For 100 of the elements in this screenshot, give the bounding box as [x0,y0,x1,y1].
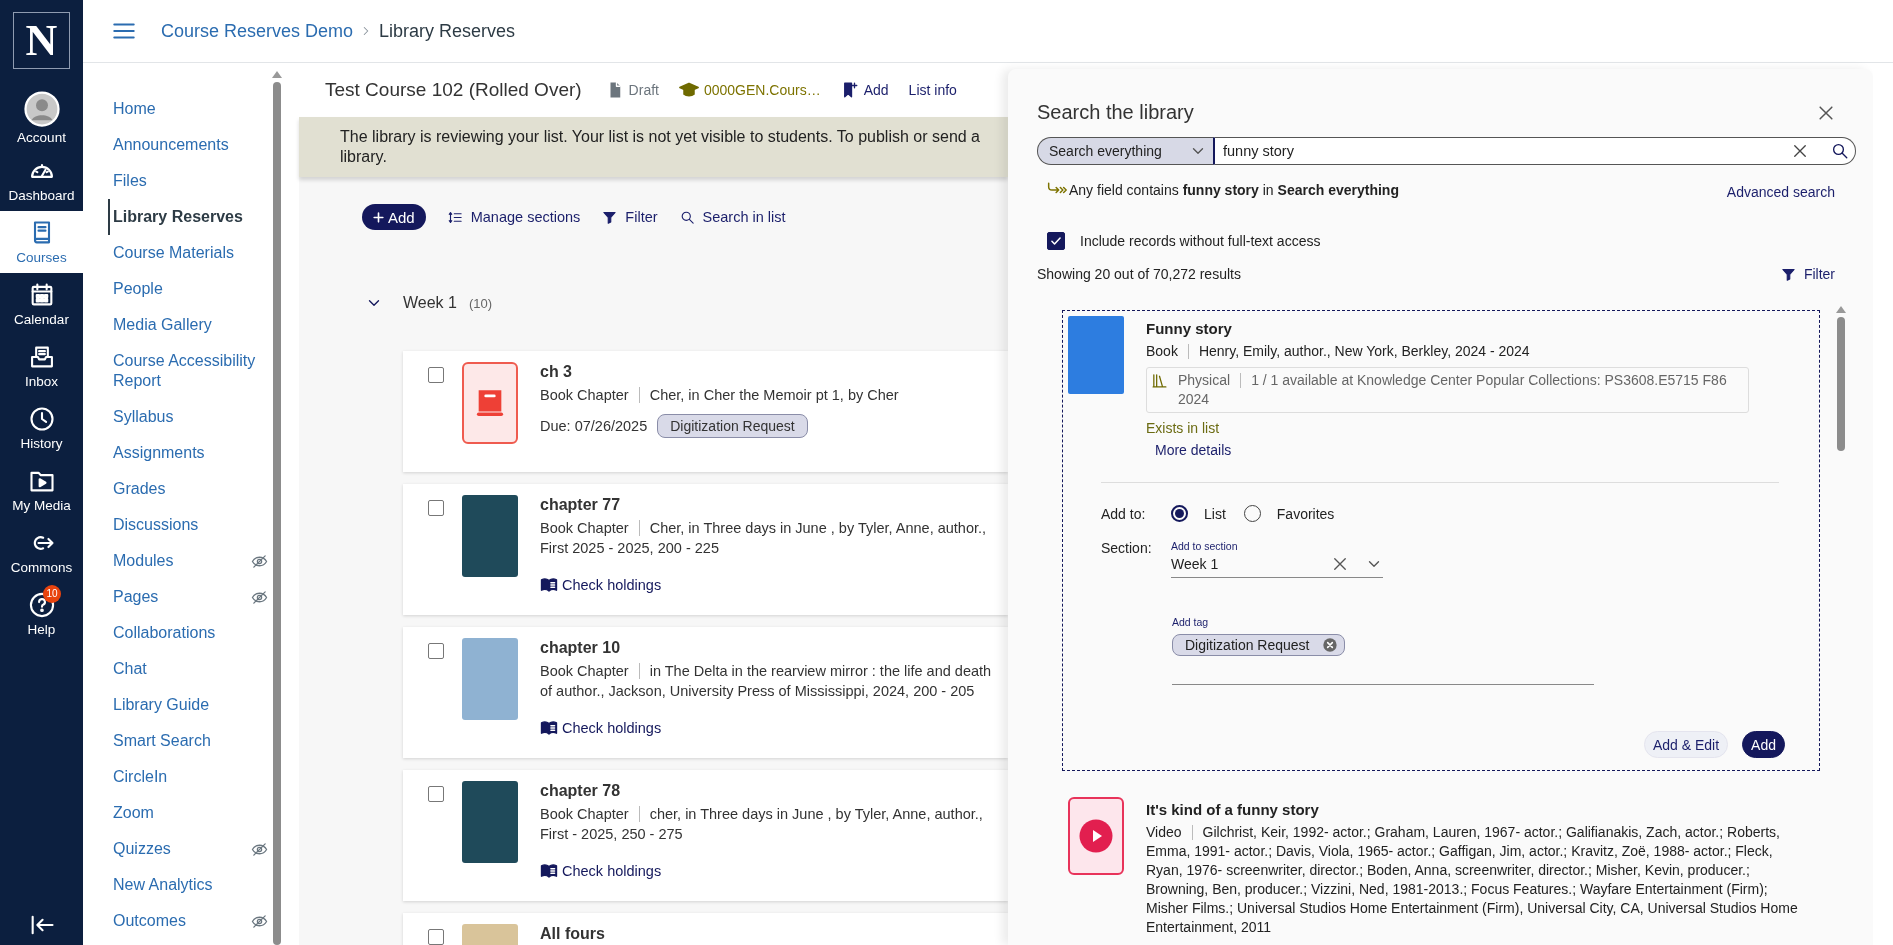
clock-icon [27,405,56,433]
filter-button[interactable]: Filter [1780,266,1835,282]
nav-item[interactable]: Account [0,87,83,149]
status-label: Exists in list [1146,419,1221,438]
remove-icon [1321,637,1338,653]
clear-icon [1331,555,1349,573]
breadcrumb-current: Library Reserves [379,20,516,42]
item-title[interactable]: ch 3 [540,362,1000,382]
nav-item[interactable]: Calendar [0,273,83,335]
radio-label: List [1204,505,1226,522]
course-nav-link[interactable]: People [113,271,268,307]
scrollbar[interactable] [272,71,282,945]
course-nav-link[interactable]: Assignments [113,435,268,471]
add-button[interactable]: Add [1742,731,1785,758]
check-holdings-link[interactable]: Check holdings [540,575,662,595]
scope-dropdown[interactable]: Search everything [1037,137,1213,165]
panel-title: Search the library [1037,101,1194,124]
course-nav-link[interactable]: Files [113,163,268,199]
nav-item[interactable]: Help 10 [0,583,83,645]
toolbar-button[interactable]: Manage sections [447,209,581,225]
nav-item[interactable]: Courses [0,211,83,273]
item-details: Book Chapter Cher, in Cher the Memoir pt 1, by Cher [540,386,900,405]
advanced-search-link[interactable]: Advanced search [1726,184,1835,200]
nav-item[interactable]: Dashboard [0,149,83,211]
course-nav-link[interactable]: CircleIn [113,759,268,795]
course-nav-link[interactable]: Outcomes [113,903,268,939]
tag-input[interactable]: Add tag Digitization Request [1172,616,1594,685]
results-count: Showing 20 out of 70,272 results [1037,266,1241,282]
course-code-link[interactable]: 0000GEN.Cours… [678,80,821,100]
form-label: Section: [1101,540,1153,556]
toolbar-button[interactable]: Add [362,204,426,230]
course-nav-link[interactable]: Smart Search [113,723,268,759]
more-details-link[interactable]: More details [1155,441,1232,460]
clear-button[interactable] [1791,142,1809,160]
course-nav-link[interactable]: Media Gallery [113,307,268,343]
nav-item[interactable]: Commons [0,521,83,583]
add-edit-button[interactable]: Add & Edit [1643,731,1729,758]
toolbar-button[interactable]: Filter [602,209,658,225]
checkbox[interactable] [428,786,444,802]
course-nav-link[interactable]: New Analytics [113,867,268,903]
course-nav-link[interactable]: Grades [113,471,268,507]
notification-badge: 10 [43,585,61,603]
checkbox[interactable] [1047,232,1065,250]
open-book-icon [540,719,558,737]
breadcrumb-link[interactable]: Course Reserves Demo [161,20,354,42]
nav-item[interactable]: History [0,397,83,459]
course-nav-link[interactable]: Home [113,91,268,127]
form-label: Add to: [1101,505,1147,522]
item-title[interactable]: All fours [540,924,1000,944]
due-date: Due: 07/26/2025 [540,417,648,436]
course-nav-link[interactable]: Modules [113,543,268,579]
course-nav-link[interactable]: Library Guide [113,687,268,723]
search-icon [1831,142,1849,160]
add-button[interactable]: Add [840,81,889,99]
list-info-link[interactable]: List info [908,82,957,98]
course-nav-link[interactable]: Quizzes [113,831,268,867]
course-nav-link[interactable]: Collaborations [113,615,268,651]
books-icon [1151,372,1168,389]
course-nav-link[interactable]: Course Accessibility Report [113,343,268,399]
course-nav-link[interactable]: Library Reserves [108,199,263,235]
filter-icon [602,209,618,225]
checkbox[interactable] [428,367,444,383]
result-details: Book Henry, Emily, author., New York, Berkley, 2024 - 2024 [1146,342,1531,361]
search-button[interactable] [1831,142,1849,160]
course-nav-link[interactable]: Announcements [113,127,268,163]
section-dropdown[interactable]: Add to section Week 1 [1171,540,1383,578]
result-title[interactable]: Funny story [1146,319,1809,338]
radio-button[interactable] [1171,505,1188,522]
check-icon [1049,234,1063,248]
status-label: Draft [628,82,659,98]
result-title[interactable]: It's kind of a funny story [1146,800,1809,819]
item-details: Book Chapter cher, in Three days in June , by Tyler, Anne, author., First - 2025, 250 - 275 [540,805,984,844]
tag: Digitization Request [657,414,808,438]
item-title[interactable]: chapter 78 [540,781,1000,801]
open-book-icon [540,576,558,594]
course-nav-link[interactable]: Course Materials [113,235,268,271]
search-field[interactable]: funny story [1221,142,1769,160]
logo[interactable]: N [13,12,70,69]
item-title[interactable]: chapter 77 [540,495,1000,515]
item-title[interactable]: chapter 10 [540,638,1000,658]
course-nav-link[interactable]: Pages [113,579,268,615]
course-nav-link[interactable]: Discussions [113,507,268,543]
help-icon [27,591,56,619]
availability-text: Physical 1 / 1 available at Knowledge Center Popular Collections: PS3608.E5715 F86 2024 [1178,371,1728,409]
query-summary: Any field contains funny story in Search everything [1069,182,1399,198]
course-nav-link[interactable]: Chat [113,651,268,687]
checkbox[interactable] [428,500,444,516]
course-nav-link[interactable]: Syllabus [113,399,268,435]
course-nav-link[interactable]: Zoom [113,795,268,831]
check-holdings-link[interactable]: Check holdings [540,861,662,881]
item-details: Book Chapter Cher, in Three days in June , by Tyler, Anne, author., First 2025 - 2025, 200 - 225 [540,519,988,558]
nav-item[interactable]: Inbox [0,335,83,397]
search-box[interactable]: funny story [1213,137,1856,165]
check-holdings-link[interactable]: Check holdings [540,718,662,738]
nav-item[interactable]: My Media [0,459,83,521]
plus-icon [372,210,385,224]
toolbar-button[interactable]: Search in list [679,209,786,225]
checkbox[interactable] [428,929,444,945]
list-title: Test Course 102 (Rolled Over) [325,79,582,101]
checkbox[interactable] [428,643,444,659]
